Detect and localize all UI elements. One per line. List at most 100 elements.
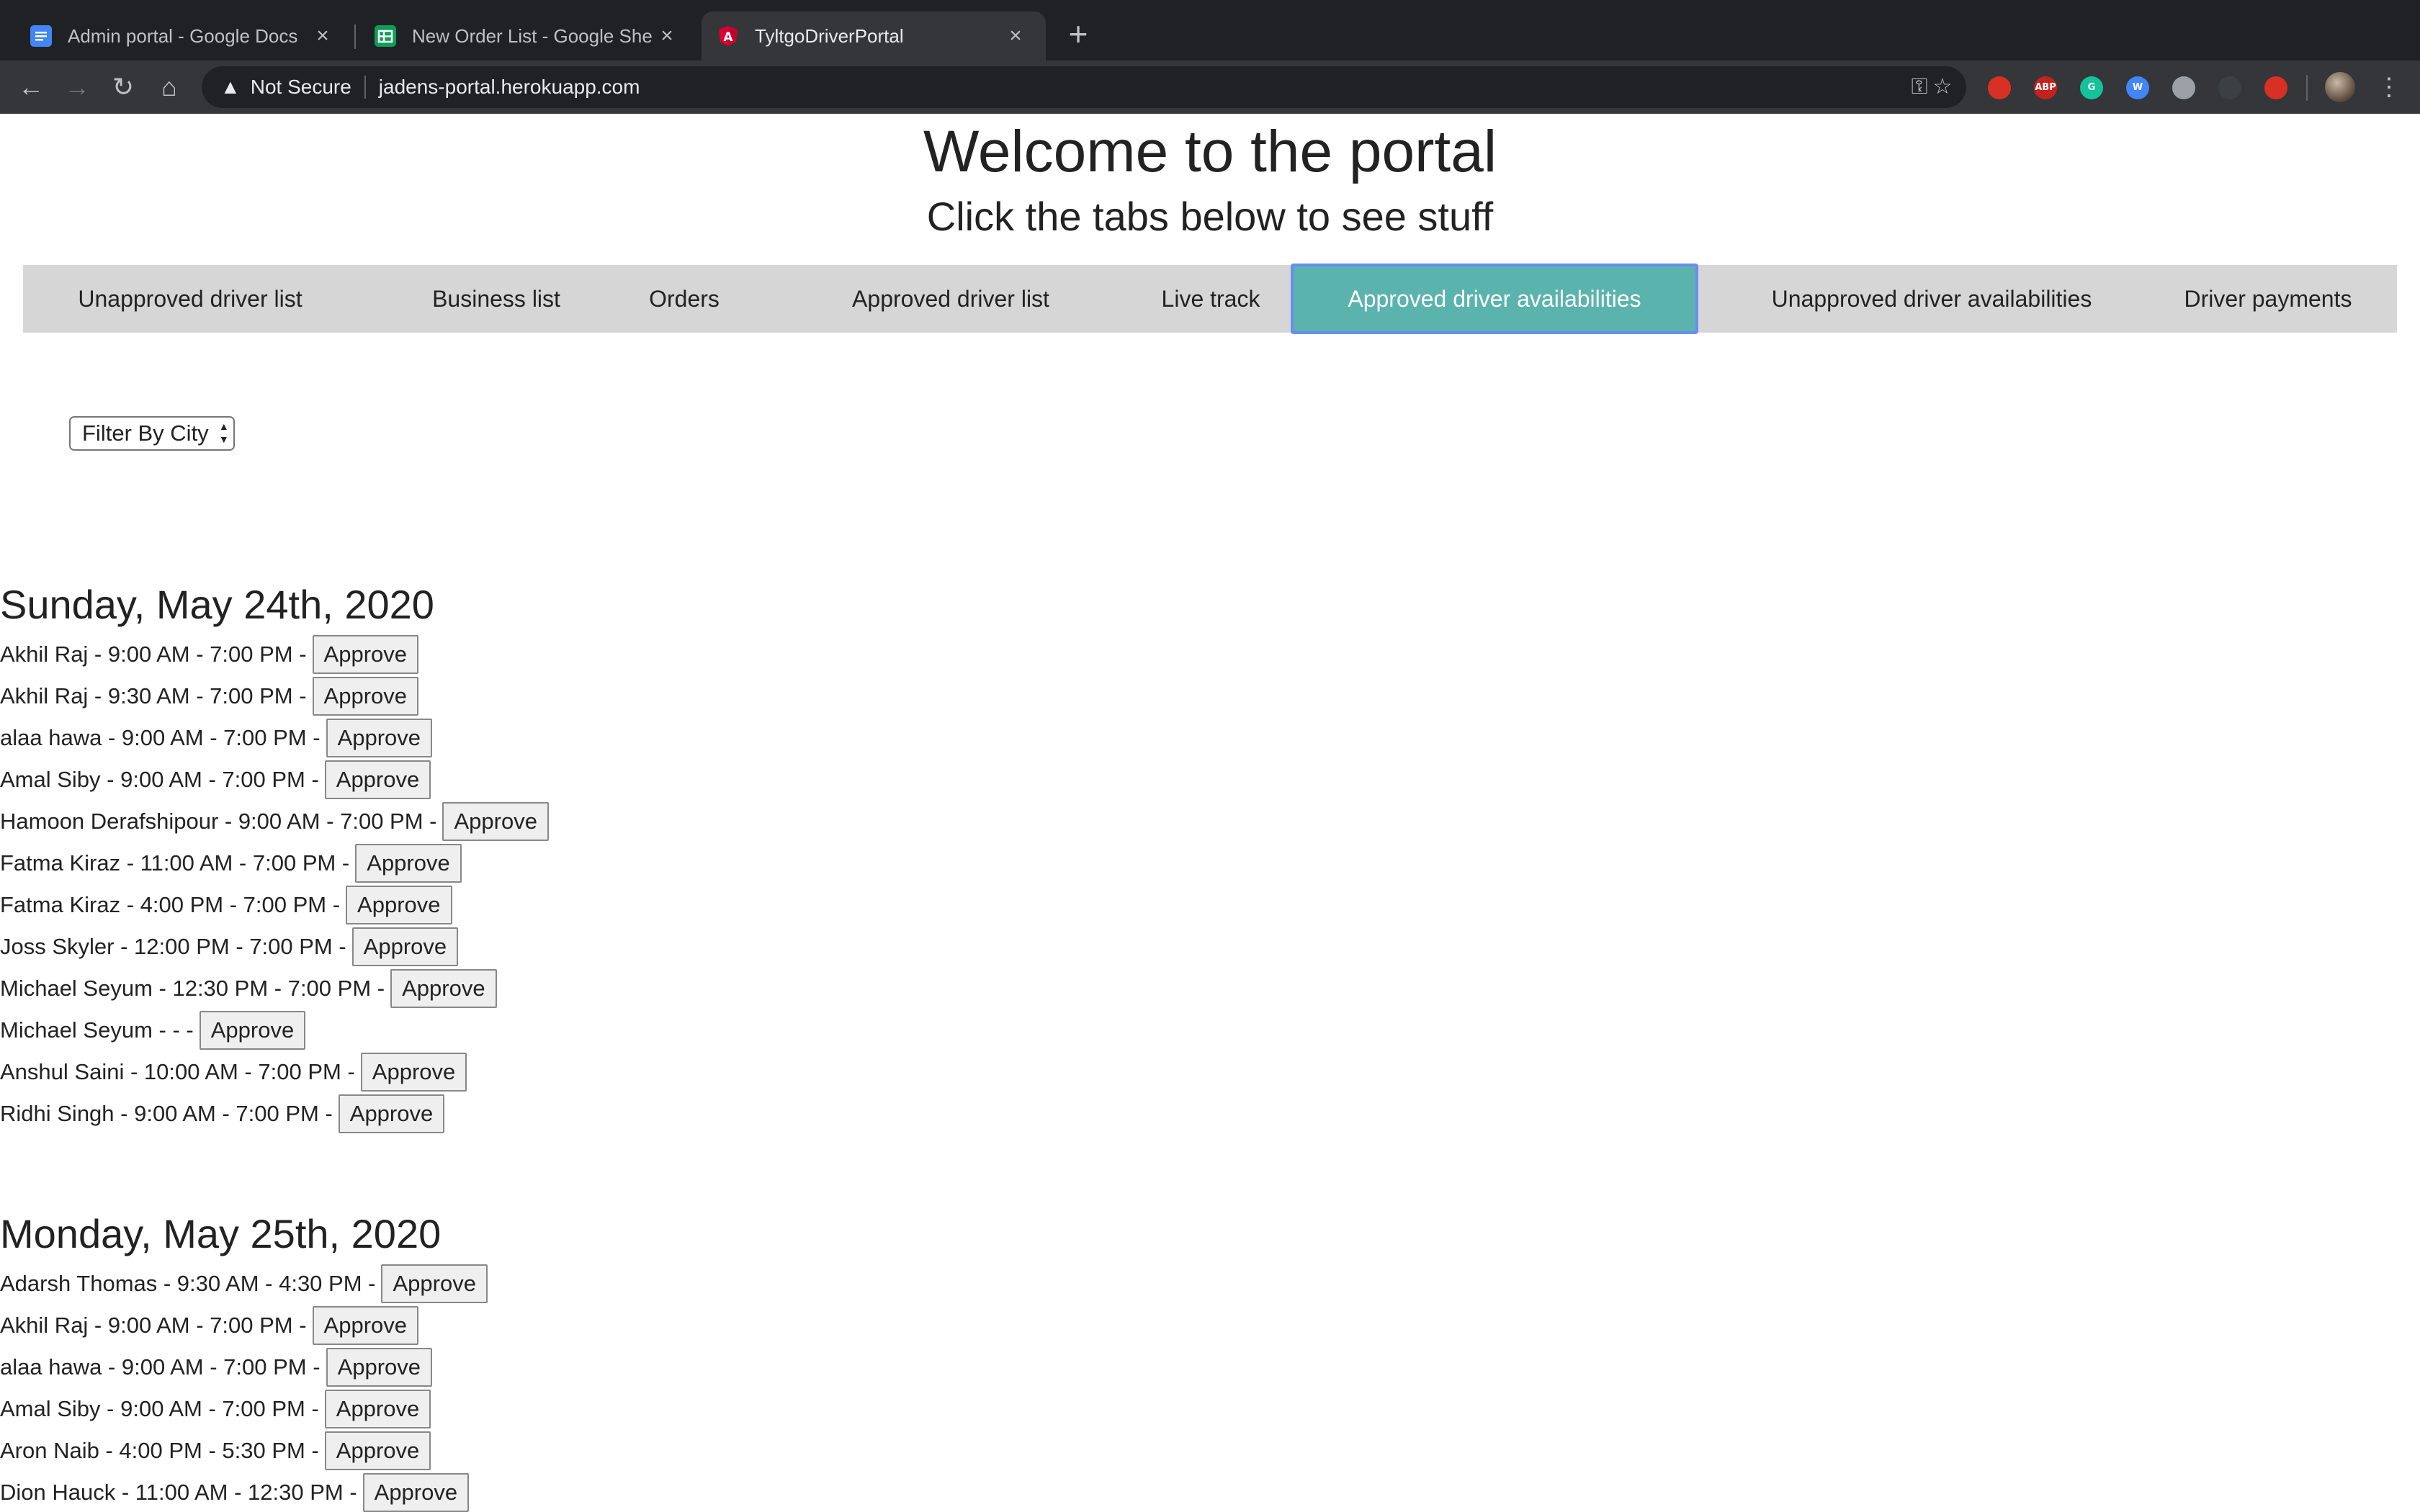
back-arrow-icon[interactable]: ← [12,68,50,107]
browser-tab-title: New Order List - Google Sheets [412,24,653,47]
day-heading: Monday, May 25th, 2020 [0,1211,442,1256]
availability-text: alaa hawa - 9:00 AM - 7:00 PM - [0,725,321,750]
adblock-extension-icon[interactable]: ABP [2034,76,2057,99]
approve-button[interactable]: Approve [326,719,433,757]
approve-button[interactable]: Approve [199,1011,306,1050]
availability-text: Adarsh Thomas - 9:30 AM - 4:30 PM - [0,1271,376,1296]
availability-row: Anshul Saini - 10:00 AM - 7:00 PM - Appro… [0,1051,549,1093]
tab-business-list[interactable]: Business list [393,265,599,333]
approve-button[interactable]: Approve [381,1264,488,1303]
approve-button[interactable]: Approve [312,1306,419,1345]
svg-text:A: A [723,30,733,45]
extension-label: G [2087,82,2096,93]
browser-tab-tyltgo-portal[interactable]: A TyltgoDriverPortal × [702,12,1046,60]
approve-button[interactable]: Approve [326,1348,433,1387]
browser-toolbar: ← → ↻ ⌂ ▲ Not Secure jadens-portal.herok… [0,60,2420,114]
reload-icon[interactable]: ↻ [104,68,143,107]
availability-text: Fatma Kiraz - 11:00 AM - 7:00 PM - [0,850,350,876]
select-arrows-icon: ▲ ▼ [218,420,229,445]
availability-text: Hamoon Derafshipour - 9:00 AM - 7:00 PM … [0,809,437,834]
tab-orders[interactable]: Orders [637,265,732,333]
page-subtitle: Click the tabs below to see stuff [926,194,1494,239]
availability-text: Fatma Kiraz - 4:00 PM - 7:00 PM - [0,892,341,917]
approve-button[interactable]: Approve [442,802,549,841]
portal-page: Welcome to the portal Click the tabs bel… [0,114,2420,1512]
home-icon[interactable]: ⌂ [150,68,189,107]
availability-text: Ridhi Singh - 9:00 AM - 7:00 PM - [0,1101,333,1126]
availability-row: Hamoon Derafshipour - 9:00 AM - 7:00 PM … [0,801,549,842]
tab-unapproved-driver-list[interactable]: Unapproved driver list [72,265,308,333]
more-menu-icon[interactable]: ⋮ [2377,68,2401,107]
page-title: Welcome to the portal [923,119,1497,184]
close-tab-icon[interactable]: × [308,24,337,48]
address-divider [364,76,366,99]
toolbar-divider [2306,75,2308,101]
approve-button[interactable]: Approve [324,760,431,799]
approve-button[interactable]: Approve [312,635,419,674]
availability-text: Amal Siby - 9:00 AM - 7:00 PM - [0,767,319,792]
tab-unapproved-driver-availabilities[interactable]: Unapproved driver availabilities [1731,265,2132,333]
day-heading: Sunday, May 24th, 2020 [0,582,434,627]
angular-icon: A [717,25,739,47]
availability-row: Fatma Kiraz - 4:00 PM - 7:00 PM - Approve [0,884,549,926]
approve-button[interactable]: Approve [324,1431,431,1470]
availability-text: Michael Seyum - 12:30 PM - 7:00 PM - [0,976,385,1001]
new-tab-icon[interactable]: + [1062,16,1095,55]
portal-tab-bar: Unapproved driver list Business list Ord… [23,264,2397,334]
media-extension-icon[interactable] [2218,76,2241,99]
w-extension-icon[interactable]: W [2126,76,2149,99]
approve-button[interactable]: Approve [351,927,459,966]
close-tab-icon[interactable]: × [653,24,681,48]
address-bar[interactable]: ▲ Not Secure jadens-portal.herokuapp.com… [202,66,1966,108]
browser-tab-title: Admin portal - Google Docs [68,24,298,47]
approve-button[interactable]: Approve [346,886,452,924]
availability-text: alaa hawa - 9:00 AM - 7:00 PM - [0,1354,321,1380]
star-bookmark-icon[interactable]: ☆ [1927,72,1958,102]
browser-tab-admin-portal[interactable]: Admin portal - Google Docs × [14,12,353,60]
approve-button[interactable]: Approve [338,1094,445,1133]
availability-row: Adarsh Thomas - 9:30 AM - 4:30 PM - Appro… [0,1263,488,1305]
approve-button[interactable]: Approve [360,1053,467,1092]
close-tab-icon[interactable]: × [1001,24,1030,48]
availability-row: Akhil Raj - 9:30 AM - 7:00 PM - Approve [0,675,549,717]
filter-by-city-select[interactable]: Filter By City ▲ ▼ [69,416,235,451]
availability-row: alaa hawa - 9:00 AM - 7:00 PM - Approve [0,1346,488,1388]
approve-button[interactable]: Approve [312,677,419,716]
browser-tab-title: TyltgoDriverPortal [755,24,904,47]
availability-row: Akhil Raj - 9:00 AM - 7:00 PM - Approve [0,634,549,675]
approve-button[interactable]: Approve [362,1473,470,1512]
forward-arrow-icon[interactable]: → [58,68,97,107]
approve-button[interactable]: Approve [355,844,462,883]
security-status[interactable]: Not Secure [251,76,351,99]
availability-row: Ridhi Singh - 9:00 AM - 7:00 PM - Approve [0,1093,549,1135]
puzzle-extension-icon[interactable] [2172,76,2195,99]
availability-text: Akhil Raj - 9:00 AM - 7:00 PM - [0,1313,307,1338]
browser-tab-new-order-list[interactable]: New Order List - Google Sheets × [359,12,697,60]
tab-approved-driver-availabilities[interactable]: Approved driver availabilities [1291,264,1698,334]
google-docs-icon [30,25,52,47]
sync-extension-icon[interactable] [2264,76,2287,99]
tab-live-track[interactable]: Live track [1129,265,1292,333]
availability-row: Aron Naib - 4:00 PM - 5:30 PM - Approve [0,1430,488,1472]
approve-button[interactable]: Approve [324,1390,431,1428]
availability-row: Michael Seyum - - - Approve [0,1009,549,1051]
tab-driver-payments[interactable]: Driver payments [2162,265,2374,333]
availability-row: Amal Siby - 9:00 AM - 7:00 PM - Approve [0,1388,488,1430]
availability-text: Akhil Raj - 9:30 AM - 7:00 PM - [0,683,307,708]
grammarly-extension-icon[interactable]: G [2080,76,2103,99]
availability-text: Akhil Raj - 9:00 AM - 7:00 PM - [0,642,307,667]
availability-row: Fatma Kiraz - 11:00 AM - 7:00 PM - Approv… [0,842,549,884]
url-text[interactable]: jadens-portal.herokuapp.com [379,76,640,99]
extension-label: W [2132,82,2143,93]
availability-row: Joss Skyler - 12:00 PM - 7:00 PM - Approv… [0,926,549,968]
day-section: Sunday, May 24th, 2020 Akhil Raj - 9:00 A… [0,576,549,1135]
filter-label: Filter By City [82,420,209,446]
availability-text: Dion Hauck - 11:00 AM - 12:30 PM - [0,1480,357,1505]
tab-approved-driver-list[interactable]: Approved driver list [821,265,1080,333]
extension-label: ABP [2035,82,2056,93]
tab-divider [354,24,356,49]
availability-text: Aron Naib - 4:00 PM - 5:30 PM - [0,1438,319,1463]
stop-extension-icon[interactable] [1988,76,2011,99]
profile-avatar[interactable] [2325,72,2355,102]
approve-button[interactable]: Approve [390,969,497,1008]
